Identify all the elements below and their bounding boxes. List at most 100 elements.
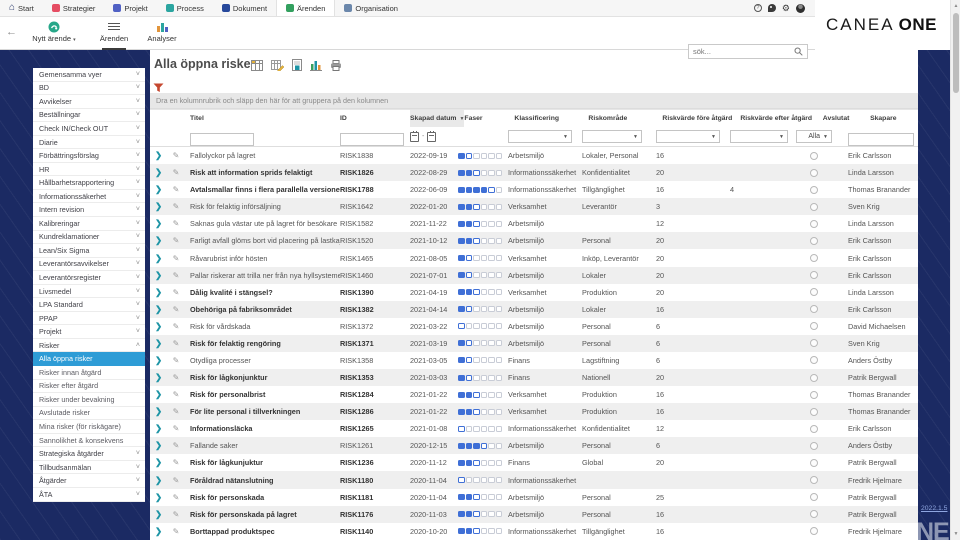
sidebar-item-avvikelser[interactable]: Avvikelser˅ xyxy=(33,95,145,109)
expand-row-icon[interactable]: ❯ xyxy=(155,287,162,297)
sidebar-item-hr[interactable]: HR˅ xyxy=(33,163,145,177)
table-row[interactable]: ❯✎Risk för personskada på lagretRISK1176… xyxy=(150,506,918,523)
sidebar-item-lpa-standard[interactable]: LPA Standard˅ xyxy=(33,298,145,312)
sidebar-item-risker-efter-tg-rd[interactable]: Risker efter åtgärd xyxy=(33,380,145,394)
col-header-skapare[interactable]: Skapare xyxy=(860,115,918,122)
export-icon[interactable] xyxy=(292,59,302,71)
table-row[interactable]: ❯✎För lite personal i tillverkningenRISK… xyxy=(150,403,918,420)
expand-row-icon[interactable]: ❯ xyxy=(155,321,162,331)
edit-pencil-icon[interactable]: ✎ xyxy=(173,493,180,502)
table-row[interactable]: ❯✎Otydliga processerRISK13582021-03-05Fi… xyxy=(150,352,918,369)
sidebar-item-gemensamma-vyer[interactable]: Gemensamma vyer˅ xyxy=(33,68,145,82)
edit-pencil-icon[interactable]: ✎ xyxy=(173,271,180,280)
tab-arenden[interactable]: Ärenden xyxy=(92,20,136,43)
print-icon[interactable] xyxy=(330,60,342,71)
sidebar-item-bd[interactable]: BD˅ xyxy=(33,82,145,96)
closed-radio[interactable] xyxy=(810,476,818,484)
expand-row-icon[interactable]: ❯ xyxy=(155,406,162,416)
closed-radio[interactable] xyxy=(810,339,818,347)
expand-row-icon[interactable]: ❯ xyxy=(155,423,162,433)
nav-item-organisation[interactable]: Organisation xyxy=(335,0,407,16)
sidebar-item-strategiska-tg-rder[interactable]: Strategiska åtgärder˅ xyxy=(33,447,145,461)
col-header-klassificering[interactable]: Klassificering xyxy=(514,115,588,122)
table-row[interactable]: ❯✎Obehöriga på fabriksområdetRISK1382202… xyxy=(150,301,918,318)
sidebar-item-risker-innan-tg-rd[interactable]: Risker innan åtgärd xyxy=(33,366,145,380)
sidebar-item-risker-under-bevakning[interactable]: Risker under bevakning xyxy=(33,393,145,407)
sidebar-item-leverant-rsavvikelser[interactable]: Leverantörsavvikelser˅ xyxy=(33,258,145,272)
edit-pencil-icon[interactable]: ✎ xyxy=(173,254,180,263)
expand-row-icon[interactable]: ❯ xyxy=(155,167,162,177)
table-row[interactable]: ❯✎Risk för lågkonjunkturRISK13532021-03-… xyxy=(150,369,918,386)
col-header-riskvarde-fore[interactable]: Riskvärde före åtgärd xyxy=(654,115,732,122)
nav-item-strategier[interactable]: Strategier xyxy=(43,0,105,16)
expand-row-icon[interactable]: ❯ xyxy=(155,253,162,263)
filter-avslutat-select[interactable]: Alla▼ xyxy=(796,130,832,143)
edit-pencil-icon[interactable]: ✎ xyxy=(173,356,180,365)
help-icon[interactable]: ? xyxy=(754,4,762,12)
edit-pencil-icon[interactable]: ✎ xyxy=(173,202,180,211)
sidebar-item-livsmedel[interactable]: Livsmedel˅ xyxy=(33,285,145,299)
closed-radio[interactable] xyxy=(810,510,818,518)
new-case-button[interactable]: Nytt ärende ▾ xyxy=(26,20,82,43)
table-row[interactable]: ❯✎Avtalsmallar finns i flera parallella … xyxy=(150,181,918,198)
closed-radio[interactable] xyxy=(810,459,818,467)
sidebar-item-lean-six-sigma[interactable]: Lean/Six Sigma˅ xyxy=(33,244,145,258)
edit-pencil-icon[interactable]: ✎ xyxy=(173,441,180,450)
settings-gear-icon[interactable]: ⚙ xyxy=(782,4,790,13)
expand-row-icon[interactable]: ❯ xyxy=(155,235,162,245)
scrollbar-thumb[interactable] xyxy=(953,13,959,93)
col-header-riskvarde-efter[interactable]: Riskvärde efter åtgärd xyxy=(732,115,812,122)
closed-radio[interactable] xyxy=(810,220,818,228)
sidebar-item-tg-rder[interactable]: Åtgärder˅ xyxy=(33,474,145,488)
edit-pencil-icon[interactable]: ✎ xyxy=(173,305,180,314)
sidebar-item-h-llbarhetsrapportering[interactable]: Hållbarhetsrapportering˅ xyxy=(33,176,145,190)
expand-row-icon[interactable]: ❯ xyxy=(155,475,162,485)
sidebar-item-sannolikhet-konsekvens[interactable]: Sannolikhet & konsekvens xyxy=(33,434,145,448)
edit-pencil-icon[interactable]: ✎ xyxy=(173,407,180,416)
sidebar-item-ppap[interactable]: PPAP˅ xyxy=(33,312,145,326)
sidebar-item-risker[interactable]: Risker˄ xyxy=(33,339,145,353)
edit-pencil-icon[interactable]: ✎ xyxy=(173,288,180,297)
filter-riskvarde-fore-select[interactable]: ▼ xyxy=(656,130,720,143)
edit-pencil-icon[interactable]: ✎ xyxy=(173,373,180,382)
sidebar-item-alla-ppna-risker[interactable]: Alla öppna risker xyxy=(33,352,145,366)
table-row[interactable]: ❯✎Risk för felaktig införsäljningRISK164… xyxy=(150,198,918,215)
table-row[interactable]: ❯✎Risk för personalbristRISK12842021-01-… xyxy=(150,386,918,403)
table-row[interactable]: ❯✎Fallande sakerRISK12612020-12-15Arbets… xyxy=(150,437,918,454)
table-row[interactable]: ❯✎Föråldrad nätanslutningRISK11802020-11… xyxy=(150,471,918,488)
filter-titel-input[interactable] xyxy=(190,133,254,146)
sidebar-item-diarie[interactable]: Diarie˅ xyxy=(33,136,145,150)
edit-table-icon[interactable] xyxy=(271,60,284,71)
filter-id-input[interactable] xyxy=(340,133,404,146)
avatar[interactable] xyxy=(796,4,805,13)
closed-radio[interactable] xyxy=(810,425,818,433)
table-icon[interactable] xyxy=(251,60,263,71)
window-scrollbar[interactable]: ▲ ▼ xyxy=(950,0,960,540)
closed-radio[interactable] xyxy=(810,203,818,211)
scroll-down-icon[interactable]: ▼ xyxy=(951,531,960,537)
edit-pencil-icon[interactable]: ✎ xyxy=(173,339,180,348)
edit-pencil-icon[interactable]: ✎ xyxy=(173,424,180,433)
table-row[interactable]: ❯✎Råvarubrist inför höstenRISK14652021-0… xyxy=(150,249,918,266)
col-header-id[interactable]: ID xyxy=(340,115,410,122)
sidebar-item-mina-risker-f-r-risk-gare[interactable]: Mina risker (för riskägare) xyxy=(33,420,145,434)
edit-pencil-icon[interactable]: ✎ xyxy=(173,527,180,536)
sidebar-item-informationss-kerhet[interactable]: Informationssäkerhet˅ xyxy=(33,190,145,204)
sidebar-item-check-in-check-out[interactable]: Check IN/Check OUT˅ xyxy=(33,122,145,136)
edit-pencil-icon[interactable]: ✎ xyxy=(173,236,180,245)
expand-row-icon[interactable]: ❯ xyxy=(155,457,162,467)
closed-radio[interactable] xyxy=(810,169,818,177)
nav-item-dokument[interactable]: Dokument xyxy=(213,0,276,16)
closed-radio[interactable] xyxy=(810,237,818,245)
closed-radio[interactable] xyxy=(810,305,818,313)
table-row[interactable]: ❯✎Risk för lågkunjukturRISK12362020-11-1… xyxy=(150,454,918,471)
filter-riskomrade-select[interactable]: ▼ xyxy=(582,130,642,143)
bar-chart-icon[interactable] xyxy=(310,59,322,71)
expand-row-icon[interactable]: ❯ xyxy=(155,526,162,536)
group-by-bar[interactable]: Dra en kolumnrubrik och släpp den här fö… xyxy=(150,93,918,109)
expand-row-icon[interactable]: ❯ xyxy=(155,304,162,314)
table-row[interactable]: ❯✎Farligt avfall glöms bort vid placerin… xyxy=(150,232,918,249)
closed-radio[interactable] xyxy=(810,442,818,450)
scroll-up-icon[interactable]: ▲ xyxy=(951,3,960,9)
tab-analyser[interactable]: Analyser xyxy=(140,20,184,43)
